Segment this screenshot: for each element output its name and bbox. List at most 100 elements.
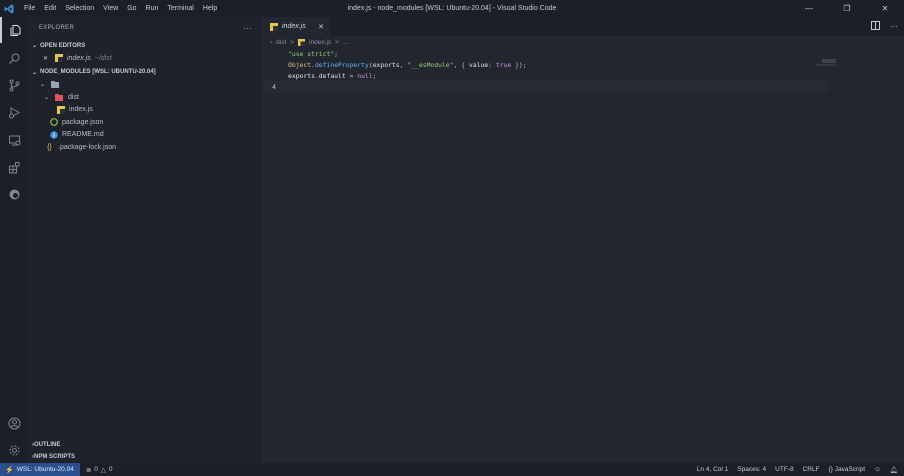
- npm-scripts-label: NPM SCRIPTS: [34, 454, 76, 460]
- code-token-punct: ;: [372, 71, 377, 80]
- line-number: 4: [272, 82, 276, 91]
- info-icon: [49, 130, 58, 139]
- tree-item-root-folder[interactable]: ⌄: [28, 79, 262, 92]
- edge-devtools-icon[interactable]: [0, 181, 28, 207]
- code-token-punct: :: [488, 60, 496, 69]
- chevron-down-icon: ⌄: [43, 94, 50, 101]
- workspace-label: NODE_MODULES [WSL: UBUNTU-20.04]: [40, 69, 156, 75]
- tab-index-js[interactable]: index.js ✕: [262, 17, 330, 36]
- code-token-punct: ;: [334, 49, 339, 58]
- title-bar: File Edit Selection View Go Run Terminal…: [0, 0, 904, 17]
- code-editor[interactable]: 1 "use strict"; 2 Object.defineProperty(…: [262, 48, 904, 92]
- json-braces-icon: {}: [47, 143, 52, 151]
- line-number: 2: [262, 61, 288, 69]
- close-editor-icon[interactable]: ✕: [41, 54, 50, 63]
- open-editor-filename: index.js: [67, 54, 91, 62]
- files-icon[interactable]: [0, 17, 28, 43]
- minimap[interactable]: [822, 59, 836, 63]
- menu-bar: File Edit Selection View Go Run Terminal…: [18, 5, 226, 12]
- code-token-identifier: exports: [372, 60, 400, 69]
- restore-button[interactable]: ❐: [828, 0, 866, 17]
- error-count: 0: [94, 466, 98, 473]
- breadcrumb-chevron-icon: ›: [270, 38, 273, 46]
- npm-scripts-section[interactable]: › NPM SCRIPTS: [28, 451, 262, 463]
- workspace-section[interactable]: ⌄ NODE_MODULES [WSL: UBUNTU-20.04]: [28, 66, 262, 79]
- code-token-function: defineProperty: [314, 60, 369, 69]
- js-file-icon: [56, 105, 65, 114]
- code-token-keyword: null: [357, 71, 373, 80]
- code-token-punct: });: [511, 60, 527, 69]
- tree-item-index-js[interactable]: index.js: [28, 104, 262, 117]
- breadcrumb: › dist > index.js > ...: [262, 36, 904, 48]
- more-actions-button[interactable]: ···: [243, 24, 252, 33]
- folder-open-icon: [51, 80, 60, 89]
- chevron-down-icon: ⌄: [32, 69, 38, 76]
- window-controls: — ❐ ✕: [790, 0, 904, 17]
- feedback-icon[interactable]: ☺: [874, 466, 881, 473]
- encoding[interactable]: UTF-8: [775, 466, 793, 473]
- code-token-punct: , {: [453, 60, 469, 69]
- tab-label: index.js: [282, 23, 306, 30]
- settings-gear-icon[interactable]: [0, 437, 28, 463]
- tree-item-label: package.json: [62, 118, 104, 126]
- notifications-bell-icon[interactable]: 🔔︎: [890, 466, 898, 474]
- menu-file[interactable]: File: [24, 5, 35, 12]
- open-editors-section[interactable]: ⌄ OPEN EDITORS: [28, 39, 262, 52]
- menu-go[interactable]: Go: [127, 5, 136, 12]
- tree-item-readme[interactable]: README.md: [28, 129, 262, 142]
- line-ending[interactable]: CRLF: [803, 466, 820, 473]
- menu-terminal[interactable]: Terminal: [167, 5, 193, 12]
- account-icon[interactable]: [0, 410, 28, 436]
- breadcrumb-file[interactable]: index.js: [309, 39, 331, 46]
- menu-view[interactable]: View: [103, 5, 118, 12]
- source-control-icon[interactable]: [0, 72, 28, 98]
- js-file-icon: [54, 54, 63, 63]
- menu-edit[interactable]: Edit: [44, 5, 56, 12]
- code-token-object: Object: [288, 60, 312, 69]
- search-icon[interactable]: [0, 45, 28, 71]
- tree-item-package-json[interactable]: package.json: [28, 116, 262, 129]
- indentation[interactable]: Spaces: 4: [737, 466, 766, 473]
- menu-selection[interactable]: Selection: [65, 5, 94, 12]
- code-token-string: "__esModule": [407, 60, 454, 69]
- warning-icon: △: [100, 466, 106, 474]
- remote-explorer-icon[interactable]: [0, 127, 28, 153]
- tree-item-dist[interactable]: ⌄ dist: [28, 91, 262, 104]
- code-line-current: 4: [262, 81, 828, 92]
- code-token-key: value: [468, 60, 489, 69]
- breadcrumb-separator: >: [335, 38, 339, 46]
- code-token-identifier: exports: [288, 71, 315, 80]
- breadcrumb-symbols[interactable]: ...: [343, 39, 348, 46]
- cursor-position[interactable]: Ln 4, Col 1: [697, 466, 728, 473]
- close-window-button[interactable]: ✕: [866, 0, 904, 17]
- code-line: 2 Object.defineProperty(exports, "__esMo…: [262, 59, 904, 70]
- outline-section[interactable]: › OUTLINE: [28, 439, 262, 451]
- line-number: 3: [262, 72, 288, 80]
- js-file-icon: [298, 38, 306, 46]
- status-right: Ln 4, Col 1 Spaces: 4 UTF-8 CRLF {} Java…: [697, 463, 898, 476]
- vscode-logo-icon: [0, 0, 18, 17]
- menu-run[interactable]: Run: [146, 5, 159, 12]
- breadcrumb-dist[interactable]: dist: [276, 39, 286, 46]
- language-mode[interactable]: {} JavaScript: [829, 466, 866, 473]
- run-debug-icon[interactable]: [0, 99, 28, 125]
- menu-help[interactable]: Help: [203, 5, 217, 12]
- open-editor-item[interactable]: ✕ index.js ~/dist: [28, 52, 262, 65]
- more-actions-icon[interactable]: ···: [890, 22, 898, 31]
- activity-bar: [0, 17, 28, 463]
- code-token-string: "use strict": [288, 49, 335, 58]
- code-token-keyword: true: [495, 60, 512, 69]
- tab-close-button[interactable]: ✕: [318, 23, 324, 31]
- tree-item-label: index.js: [69, 106, 93, 114]
- problems-indicator[interactable]: ⊗ 0 △ 0: [86, 466, 113, 474]
- code-token-punct: ,: [399, 60, 408, 69]
- npm-json-icon: [49, 118, 58, 127]
- extensions-icon[interactable]: [0, 154, 28, 180]
- tree-item-package-lock[interactable]: {} .package-lock.json: [28, 141, 262, 154]
- minimize-button[interactable]: —: [790, 0, 828, 17]
- split-editor-icon[interactable]: [871, 21, 880, 32]
- tree-item-label: README.md: [62, 131, 104, 139]
- remote-indicator[interactable]: ⚡ WSL: Ubuntu-20.04: [0, 463, 80, 476]
- editor-tabs: index.js ✕ ···: [262, 17, 904, 36]
- outline-label: OUTLINE: [34, 442, 61, 448]
